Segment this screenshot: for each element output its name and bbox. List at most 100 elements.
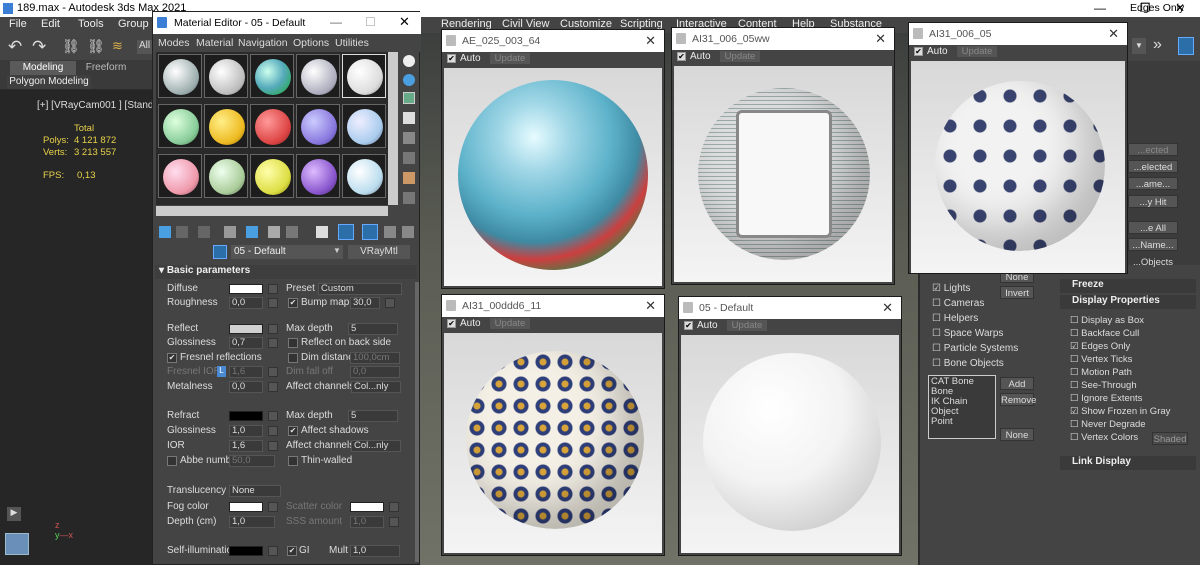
fog-color-map-button[interactable] bbox=[268, 502, 278, 512]
preview-titlebar[interactable]: AI31_00ddd6_11 ✕ bbox=[442, 295, 664, 317]
fresnel-ior-spinner[interactable]: 1,6 bbox=[229, 366, 263, 378]
sample-slot[interactable] bbox=[296, 54, 340, 98]
menu-group[interactable]: Group bbox=[118, 18, 149, 30]
viewport[interactable]: [+] [VRayCam001 ] [Standard Total Polys:… bbox=[0, 90, 155, 565]
material-id-icon[interactable] bbox=[286, 226, 298, 238]
show-frozen-gray-checkbox[interactable]: ☑ Show Frozen in Gray bbox=[1070, 406, 1170, 417]
refract-color-swatch[interactable] bbox=[229, 411, 263, 421]
select-button-6[interactable]: ...Name... bbox=[1128, 238, 1178, 251]
diffuse-color-swatch[interactable] bbox=[229, 284, 263, 294]
sample-type-icon[interactable] bbox=[403, 55, 415, 67]
link-icon[interactable]: ⛓ bbox=[62, 38, 80, 55]
sss-amount-map-button[interactable] bbox=[389, 517, 399, 527]
scatter-color-swatch[interactable] bbox=[350, 502, 384, 512]
uv-tiling-icon[interactable] bbox=[403, 112, 415, 124]
update-button[interactable]: Update bbox=[957, 46, 997, 57]
material-editor-maximize[interactable]: ☐ bbox=[365, 15, 376, 29]
dim-distance-spinner[interactable]: 100,0cm bbox=[350, 352, 400, 364]
put-to-library-icon[interactable] bbox=[268, 226, 280, 238]
show-end-result-icon[interactable] bbox=[338, 224, 354, 240]
bump-map-checkbox[interactable]: ✔ bbox=[288, 298, 298, 308]
dropdown-arrow-icon[interactable]: ▼ bbox=[1132, 38, 1146, 54]
put-to-scene-icon[interactable] bbox=[176, 226, 188, 238]
chevron-right-icon[interactable]: » bbox=[1153, 36, 1162, 54]
see-through-checkbox[interactable]: ☐ See-Through bbox=[1070, 380, 1137, 391]
affect-shadows-checkbox[interactable]: ✔ bbox=[288, 426, 298, 436]
preview-close-icon[interactable]: ✕ bbox=[645, 298, 656, 314]
auto-checkbox[interactable]: ✔ bbox=[914, 47, 923, 56]
preview-titlebar[interactable]: 05 - Default ✕ bbox=[679, 297, 901, 319]
select-button-5[interactable]: ...e All bbox=[1128, 221, 1178, 234]
self-illum-color-swatch[interactable] bbox=[229, 546, 263, 556]
preview-close-icon[interactable]: ✕ bbox=[1108, 26, 1119, 42]
bone-objects-checkbox[interactable]: ☐ Bone Objects bbox=[932, 358, 1004, 369]
link-display-rollout[interactable]: Link Display bbox=[1060, 456, 1196, 470]
space-warps-checkbox[interactable]: ☐ Space Warps bbox=[932, 328, 1003, 339]
max-depth-spinner[interactable]: 5 bbox=[348, 323, 398, 335]
menu-modes[interactable]: Modes bbox=[158, 37, 190, 49]
diffuse-map-button[interactable] bbox=[268, 284, 278, 294]
roughness-spinner[interactable]: 0,0 bbox=[229, 297, 263, 309]
affect-channels-dropdown[interactable]: Col...nly bbox=[351, 381, 401, 393]
freeze-rollout[interactable]: Freeze bbox=[1060, 279, 1196, 293]
auto-checkbox[interactable]: ✔ bbox=[447, 319, 456, 328]
list-item[interactable]: Point bbox=[931, 417, 993, 427]
translucency-dropdown[interactable]: None bbox=[229, 485, 281, 497]
make-unique-icon[interactable] bbox=[246, 226, 258, 238]
sample-slot[interactable] bbox=[204, 154, 248, 198]
auto-checkbox[interactable]: ✔ bbox=[677, 52, 686, 61]
sample-slot[interactable] bbox=[296, 104, 340, 148]
material-editor-minimize[interactable]: — bbox=[330, 15, 342, 29]
sample-slot[interactable] bbox=[342, 154, 386, 198]
dim-falloff-spinner[interactable]: 0,0 bbox=[350, 366, 400, 378]
select-button-7[interactable]: ...Objects bbox=[1128, 256, 1178, 269]
abbe-checkbox[interactable] bbox=[167, 456, 177, 466]
show-in-viewport-icon[interactable] bbox=[316, 226, 328, 238]
ior-spinner[interactable]: 1,6 bbox=[229, 440, 263, 452]
ignore-extents-checkbox[interactable]: ☐ Ignore Extents bbox=[1070, 393, 1142, 404]
reflect-map-button[interactable] bbox=[268, 324, 278, 334]
select-button-1[interactable]: ...ected bbox=[1128, 143, 1178, 156]
particle-systems-checkbox[interactable]: ☐ Particle Systems bbox=[932, 343, 1018, 354]
preview-titlebar[interactable]: AI31_006_05ww ✕ bbox=[672, 28, 894, 50]
unlink-icon[interactable]: ⛓ bbox=[87, 38, 105, 55]
ior-map-button[interactable] bbox=[268, 441, 278, 451]
sample-slot[interactable] bbox=[250, 54, 294, 98]
sample-slot[interactable] bbox=[158, 54, 202, 98]
self-illum-map-button[interactable] bbox=[268, 546, 278, 556]
auto-checkbox[interactable]: ✔ bbox=[447, 54, 456, 63]
metalness-spinner[interactable]: 0,0 bbox=[229, 381, 263, 393]
tab-modeling[interactable]: Modeling bbox=[10, 61, 76, 75]
reflect-color-swatch[interactable] bbox=[229, 324, 263, 334]
menu-edges-only[interactable]: Edges Only bbox=[1130, 2, 1184, 14]
viewport-layout-icon[interactable] bbox=[5, 533, 29, 555]
go-parent-icon[interactable] bbox=[362, 224, 378, 240]
fresnel-checkbox[interactable]: ✔ bbox=[167, 353, 177, 363]
refract-glossiness-map-button[interactable] bbox=[268, 426, 278, 436]
preview-window-ai31-00ddd6[interactable]: AI31_00ddd6_11 ✕ ✔ Auto Update bbox=[441, 294, 665, 556]
menu-material[interactable]: Material bbox=[196, 37, 233, 49]
invert-button[interactable]: Invert bbox=[1000, 286, 1034, 299]
menu-options[interactable]: Options bbox=[293, 37, 329, 49]
preview-window-ae025[interactable]: AE_025_003_64 ✕ ✔ Auto Update bbox=[441, 29, 665, 289]
display-properties-rollout[interactable]: Display Properties bbox=[1060, 295, 1196, 309]
bone-list[interactable]: CAT Bone Bone IK Chain Object Point bbox=[928, 375, 996, 439]
motion-path-checkbox[interactable]: ☐ Motion Path bbox=[1070, 367, 1132, 378]
auto-checkbox[interactable]: ✔ bbox=[684, 321, 693, 330]
menu-navigation[interactable]: Navigation bbox=[238, 37, 288, 49]
preview-close-icon[interactable]: ✕ bbox=[875, 31, 886, 47]
menu-file[interactable]: File bbox=[9, 18, 27, 30]
shaded-button[interactable]: Shaded bbox=[1152, 432, 1188, 445]
preview-window-ai31-05[interactable]: AI31_006_05 ✕ ✔ Auto Update bbox=[908, 22, 1128, 274]
preview-window-ai31-05ww[interactable]: AI31_006_05ww ✕ ✔ Auto Update bbox=[671, 27, 895, 285]
depth-spinner[interactable]: 1,0 bbox=[229, 516, 275, 528]
menu-edit[interactable]: Edit bbox=[41, 18, 60, 30]
sample-slot[interactable] bbox=[250, 104, 294, 148]
menu-utilities[interactable]: Utilities bbox=[335, 37, 369, 49]
bump-map-button[interactable] bbox=[385, 298, 395, 308]
material-type-button[interactable]: VRayMtl bbox=[348, 245, 410, 259]
add-button[interactable]: Add bbox=[1000, 377, 1034, 390]
bind-space-warp-icon[interactable]: ≋ bbox=[112, 38, 123, 54]
go-sibling-icon[interactable] bbox=[384, 226, 396, 238]
ribbon-icon[interactable] bbox=[1178, 37, 1194, 55]
